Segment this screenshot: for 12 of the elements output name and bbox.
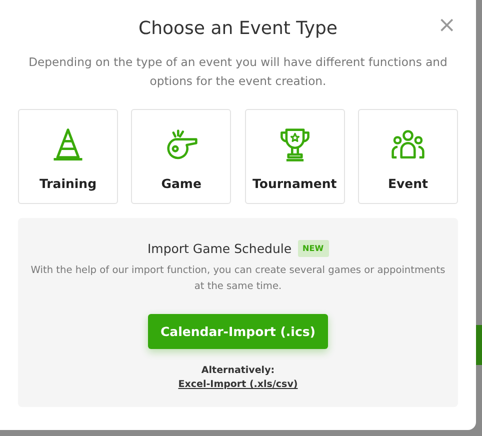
event-type-card[interactable]: Training (18, 109, 118, 204)
dialog-description: Depending on the type of an event you will have different functions and options for the event creation. (28, 54, 448, 90)
import-title: Import Game Schedule (147, 241, 292, 256)
event-type-card[interactable]: Game (131, 109, 232, 204)
excel-import-link[interactable]: Excel-Import (.xls/csv) (178, 379, 298, 390)
event-type-card[interactable]: Event (358, 109, 458, 204)
event-type-card[interactable]: Tournament (244, 109, 345, 204)
dialog-title: Choose an Event Type (138, 17, 338, 41)
alternative-label: Alternatively: (201, 365, 275, 376)
import-description: With the help of our import function, you can create several games or appointments at the same time. (30, 264, 446, 294)
background-bar (476, 325, 482, 365)
new-badge: NEW (298, 240, 329, 257)
